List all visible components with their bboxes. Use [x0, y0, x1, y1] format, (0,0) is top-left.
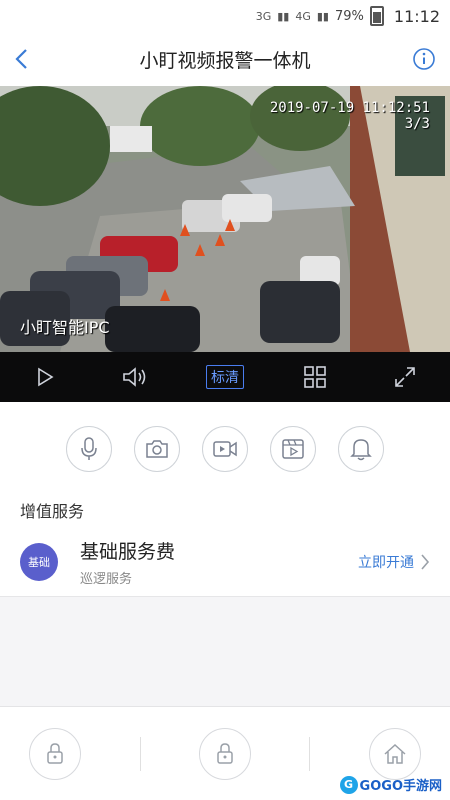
- service-badge: 基础: [20, 543, 58, 581]
- grid-button[interactable]: [295, 357, 335, 397]
- lock-button[interactable]: [29, 727, 82, 780]
- watermark: G GOGO手游网: [339, 775, 442, 794]
- bell-icon: [350, 439, 372, 461]
- open-service-button[interactable]: 立即开通: [358, 552, 430, 572]
- video-brand-overlay: 小盯智能IPC: [20, 318, 110, 337]
- open-service-label: 立即开通: [358, 555, 414, 571]
- playback-icon: [282, 439, 304, 459]
- fullscreen-icon: [395, 367, 415, 387]
- content-spacer: [0, 596, 450, 700]
- camera-icon: [146, 440, 168, 458]
- info-icon: [413, 48, 435, 70]
- battery-percent: 79%: [334, 8, 364, 24]
- signal-icon: ▮▮: [277, 9, 290, 23]
- alarm-button[interactable]: [338, 426, 384, 472]
- camera-video-view[interactable]: 2019-07-19 11:12:51 3/3 小盯智能IPC: [0, 86, 450, 352]
- lock-icon: [47, 742, 63, 764]
- video-timestamp: 2019-07-19 11:12:51: [269, 100, 430, 116]
- status-bar: 3G ▮▮ 4G ▮▮ 79% 11:12: [0, 0, 450, 32]
- network-4g-indicator: 4G: [295, 9, 311, 23]
- unlock-icon: [217, 742, 233, 764]
- bottom-divider-2: [309, 736, 311, 771]
- network-3g-indicator: 3G: [255, 9, 272, 23]
- play-icon: [38, 367, 54, 387]
- signal-icon-2: ▮▮: [316, 9, 329, 23]
- microphone-icon: [81, 437, 97, 460]
- clock: 11:12: [393, 6, 440, 26]
- quality-button[interactable]: 标清: [205, 357, 245, 397]
- camera-feed-image: [0, 86, 450, 352]
- chevron-left-icon: [15, 49, 27, 69]
- grid-icon: [304, 366, 326, 388]
- watermark-text: GOGO手游网: [359, 779, 442, 794]
- video-page-indicator: 3/3: [404, 116, 430, 132]
- microphone-button[interactable]: [66, 426, 112, 472]
- video-record-icon: [213, 441, 237, 457]
- play-button[interactable]: [25, 357, 65, 397]
- volume-icon: [123, 367, 146, 387]
- page-title: 小盯视频报警一体机: [139, 49, 311, 72]
- service-subtitle: 巡逻服务: [80, 572, 133, 587]
- home-button[interactable]: [368, 727, 421, 780]
- fullscreen-button[interactable]: [385, 357, 425, 397]
- chevron-right-icon: [421, 554, 430, 570]
- battery-icon: [369, 6, 384, 26]
- service-name: 基础服务费: [80, 541, 176, 563]
- video-control-bar: 标清: [0, 352, 450, 402]
- volume-button[interactable]: [115, 357, 155, 397]
- value-services-section: 增值服务 基础 基础服务费 巡逻服务 立即开通: [0, 492, 450, 596]
- action-buttons-row: [0, 402, 450, 492]
- nav-bar: 小盯视频报警一体机: [0, 32, 450, 86]
- watermark-logo-icon: G: [339, 775, 358, 794]
- playback-button[interactable]: [270, 426, 316, 472]
- snapshot-button[interactable]: [134, 426, 180, 472]
- bottom-action-bar: G GOGO手游网: [0, 706, 450, 800]
- service-info: 基础服务费 巡逻服务: [80, 537, 358, 587]
- home-icon: [384, 743, 406, 764]
- info-button[interactable]: [406, 44, 436, 74]
- record-button[interactable]: [202, 426, 248, 472]
- back-button[interactable]: [14, 44, 44, 74]
- quality-label: 标清: [206, 365, 244, 389]
- service-item[interactable]: 基础 基础服务费 巡逻服务 立即开通: [20, 528, 430, 596]
- bottom-divider-1: [139, 736, 141, 771]
- section-title: 增值服务: [20, 502, 85, 521]
- unlock-button[interactable]: [198, 727, 251, 780]
